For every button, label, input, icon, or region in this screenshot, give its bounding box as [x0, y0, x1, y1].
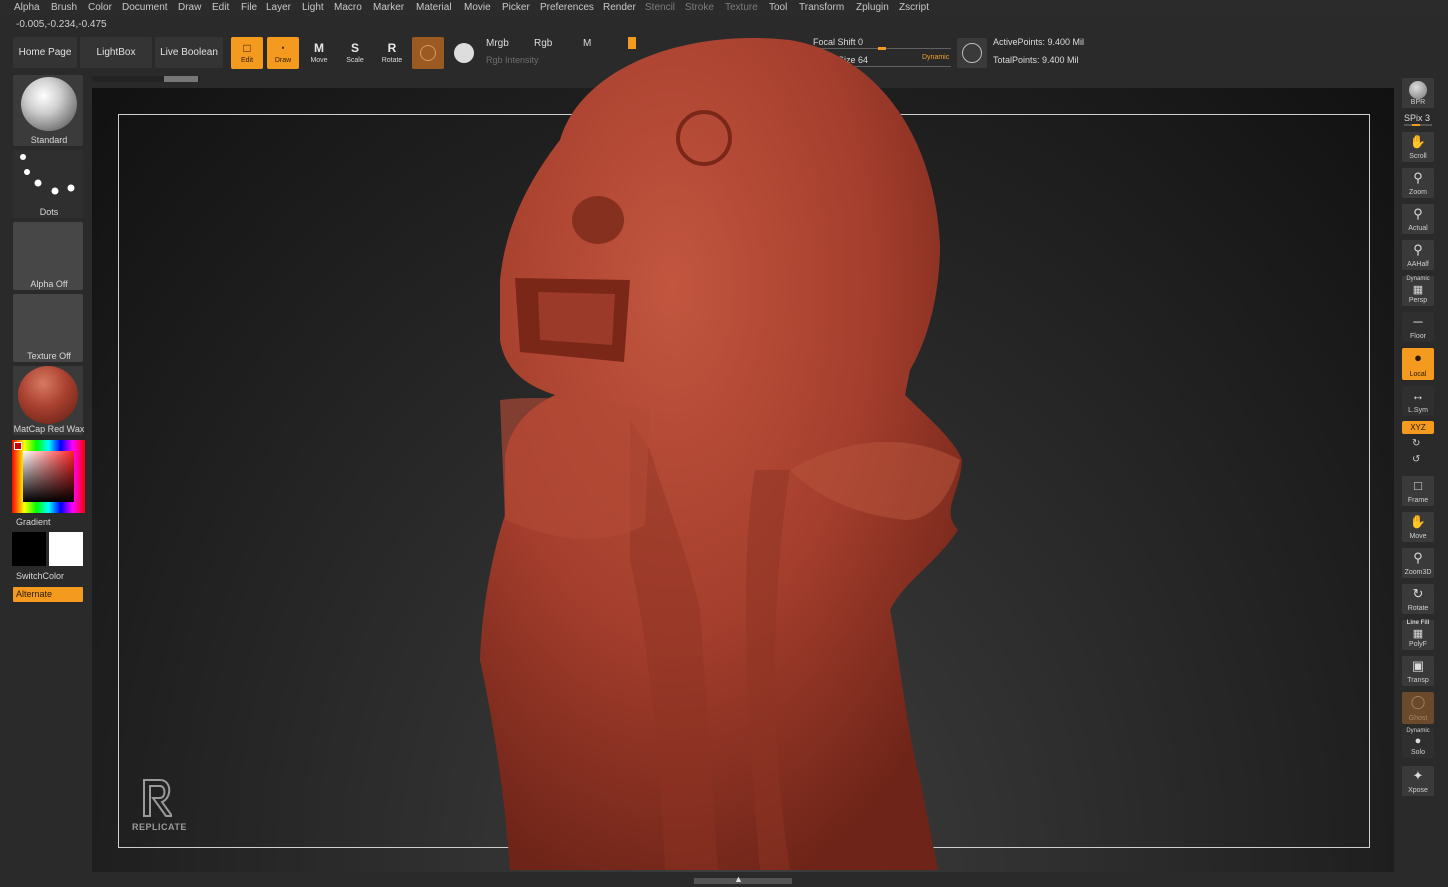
local-button[interactable]: ● Local	[1402, 348, 1434, 380]
zoom3d-button[interactable]: ⚲ Zoom3D	[1402, 548, 1434, 578]
persp-button[interactable]: Dynamic ▦ Persp	[1402, 276, 1434, 306]
ghost-icon: ◯	[1410, 694, 1426, 709]
spix-thumb[interactable]	[1412, 124, 1420, 126]
zoom-button[interactable]: ⚲ Zoom	[1402, 168, 1434, 198]
rotate-z-icon[interactable]: ↺	[1412, 454, 1420, 465]
bottom-tray-handle[interactable]	[694, 878, 792, 884]
polyf-button[interactable]: Line Fill ▦ PolyF	[1402, 620, 1434, 650]
zoom3d-icon: ⚲	[1413, 550, 1423, 565]
ghost-button[interactable]: ◯ Ghost	[1402, 692, 1434, 724]
xpose-icon: ✦	[1412, 768, 1424, 783]
aahalf-button[interactable]: ⚲ AAHalf	[1402, 240, 1434, 270]
grid-perspective-icon: ▦	[1412, 284, 1424, 296]
spix-slider[interactable]: SPix 3	[1404, 113, 1430, 123]
hand-icon: ✋	[1409, 134, 1427, 149]
sculpt-mouth-inner	[538, 292, 615, 345]
bpr-sphere-icon	[1409, 81, 1427, 99]
magnifier-actual-icon: ⚲	[1413, 206, 1423, 221]
rotate-view-button[interactable]: ↻ Rotate	[1402, 584, 1434, 614]
solo-button[interactable]: Dynamic ● Solo	[1402, 728, 1434, 758]
magnifier-half-icon: ⚲	[1413, 242, 1423, 257]
move-hand-icon: ✋	[1409, 514, 1427, 529]
chevron-up-icon[interactable]: ▲	[734, 874, 743, 884]
scroll-button[interactable]: ✋ Scroll	[1402, 132, 1434, 162]
replicate-watermark: REPLICATE	[132, 822, 187, 832]
frame-button[interactable]: □ Frame	[1402, 476, 1434, 506]
floor-button[interactable]: ─ Floor	[1402, 312, 1434, 342]
lsym-button[interactable]: ↔ L.Sym	[1402, 386, 1434, 416]
magnifier-icon: ⚲	[1413, 170, 1423, 185]
spix-track	[1404, 124, 1432, 126]
rotate-y-icon[interactable]: ↻	[1412, 438, 1420, 449]
polyframe-icon: ▦	[1412, 628, 1424, 640]
actual-button[interactable]: ⚲ Actual	[1402, 204, 1434, 234]
xpose-button[interactable]: ✦ Xpose	[1402, 766, 1434, 796]
transparency-icon: ▣	[1411, 658, 1425, 673]
sculpt-chin-block	[500, 398, 650, 539]
symmetry-icon: ↔	[1411, 388, 1425, 403]
transp-button[interactable]: ▣ Transp	[1402, 656, 1434, 686]
floor-icon: ─	[1413, 314, 1423, 329]
move-view-button[interactable]: ✋ Move	[1402, 512, 1434, 542]
rotate-view-icon: ↻	[1412, 586, 1424, 601]
local-pivot-icon: ●	[1414, 350, 1422, 365]
sculpt-model[interactable]	[0, 0, 1448, 887]
bpr-button[interactable]: BPR	[1402, 78, 1434, 108]
sculpt-eye-left	[572, 196, 624, 244]
solo-icon: ●	[1414, 735, 1422, 747]
replicate-logo-icon	[143, 779, 172, 817]
frame-icon: □	[1414, 478, 1422, 493]
xyz-button[interactable]: XYZ	[1402, 421, 1434, 434]
